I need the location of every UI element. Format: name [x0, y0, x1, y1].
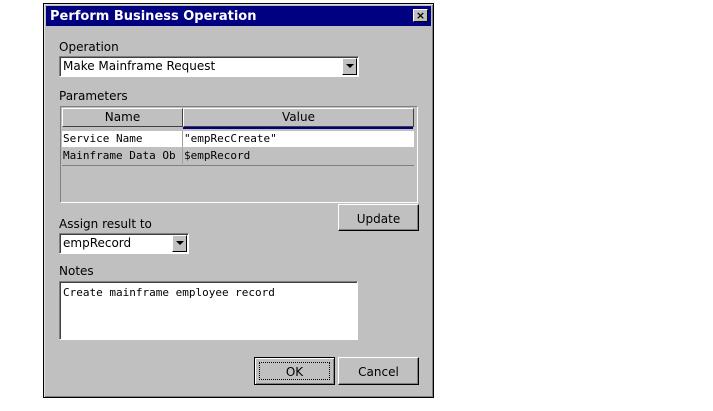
column-header-value[interactable]: Value — [183, 108, 414, 127]
notes-text: Create mainframe employee record — [63, 286, 275, 299]
title-bar[interactable]: Perform Business Operation × — [46, 6, 431, 26]
param-value-cell[interactable]: "empRecCreate" — [184, 132, 412, 145]
close-icon: × — [415, 9, 426, 22]
assign-result-select[interactable]: empRecord — [59, 233, 189, 254]
parameters-table[interactable]: Name Value Service Name "empRecCreate" M… — [60, 106, 418, 203]
update-button-label: Update — [356, 212, 401, 226]
param-name-cell[interactable]: Mainframe Data Ob — [63, 149, 182, 162]
operation-select[interactable]: Make Mainframe Request — [59, 56, 359, 77]
operation-select-value: Make Mainframe Request — [63, 59, 216, 73]
notes-textarea[interactable]: Create mainframe employee record — [59, 281, 358, 340]
cancel-button-label: Cancel — [358, 365, 399, 379]
parameters-label: Parameters — [59, 89, 128, 103]
row-divider — [62, 165, 414, 166]
cell-divider — [182, 148, 183, 164]
ok-button[interactable]: OK — [254, 357, 335, 385]
column-header-name[interactable]: Name — [62, 108, 183, 127]
chevron-down-icon[interactable] — [342, 58, 357, 75]
ok-button-label: OK — [285, 365, 304, 379]
assign-result-value: empRecord — [63, 236, 132, 250]
perform-business-operation-dialog: Perform Business Operation × Operation M… — [43, 3, 434, 398]
cell-divider — [182, 131, 183, 147]
operation-label: Operation — [59, 40, 119, 54]
notes-label: Notes — [59, 264, 94, 278]
param-value-cell[interactable]: $empRecord — [184, 149, 412, 162]
update-button[interactable]: Update — [338, 204, 419, 231]
table-row[interactable]: Mainframe Data Ob $empRecord — [62, 148, 414, 164]
close-button[interactable]: × — [413, 9, 428, 22]
assign-result-label: Assign result to — [59, 217, 152, 231]
cancel-button[interactable]: Cancel — [338, 357, 419, 385]
param-name-cell[interactable]: Service Name — [63, 132, 182, 145]
dialog-title: Perform Business Operation — [50, 9, 257, 24]
chevron-down-icon[interactable] — [172, 235, 187, 252]
table-row[interactable]: Service Name "empRecCreate" — [62, 131, 414, 147]
column-header-value-underline — [183, 127, 413, 129]
